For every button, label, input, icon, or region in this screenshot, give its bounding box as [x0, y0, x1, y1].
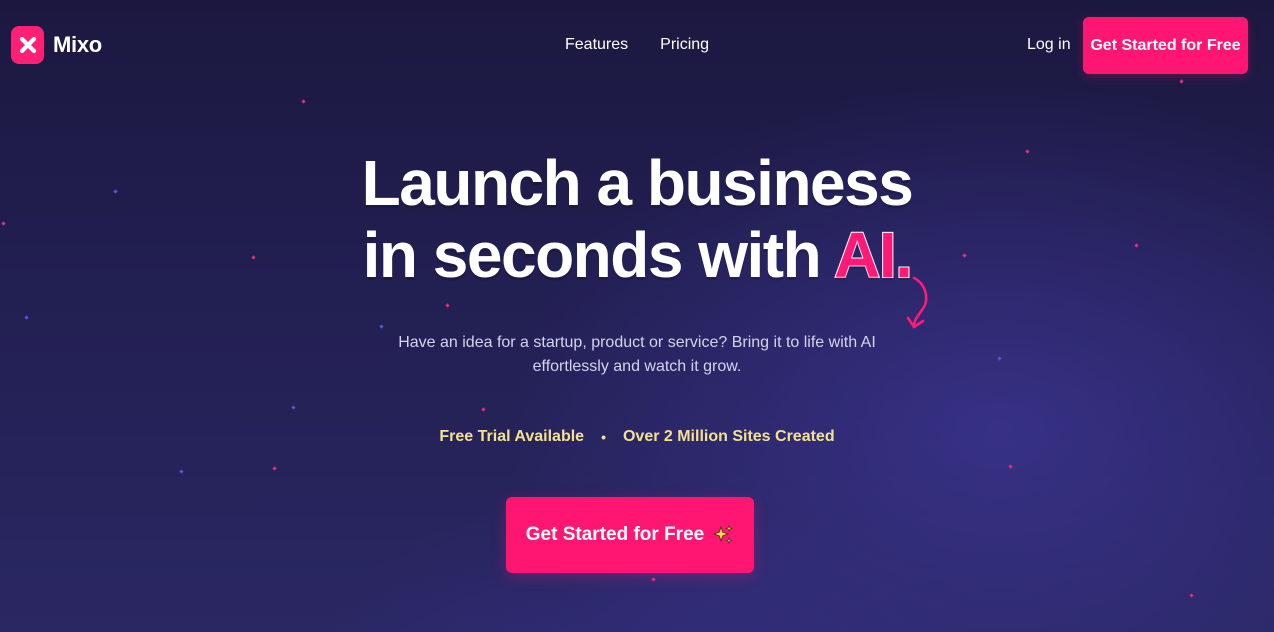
particle: [301, 99, 306, 104]
particle: [445, 303, 450, 308]
badge-free-trial: Free Trial Available: [439, 428, 585, 445]
particle: [1008, 464, 1013, 469]
particle: [379, 324, 384, 329]
particle: [997, 356, 1002, 361]
brand-name: Mixo: [53, 32, 102, 57]
particle: [179, 469, 184, 474]
hero-heading: Launch a business in seconds with AI.: [0, 147, 1274, 292]
particle: [24, 315, 29, 320]
nav-link-pricing[interactable]: Pricing: [660, 36, 709, 54]
particle: [272, 466, 277, 471]
badge-separator: •: [601, 429, 606, 445]
brand-logo[interactable]: Mixo: [11, 26, 102, 64]
curved-arrow-icon: [906, 276, 928, 329]
hero-badges: Free Trial Available • Over 2 Million Si…: [0, 428, 1274, 446]
particle: [651, 577, 656, 582]
hero-get-started-button[interactable]: Get Started for Free: [506, 497, 754, 573]
hero-heading-line-2-text: in seconds with: [362, 219, 835, 291]
badge-sites-created: Over 2 Million Sites Created: [622, 428, 835, 445]
particle: [1189, 593, 1194, 598]
login-link[interactable]: Log in: [1027, 36, 1071, 54]
nav-link-features[interactable]: Features: [565, 36, 628, 54]
hero-heading-line-2: in seconds with AI.: [0, 218, 1274, 292]
hero-subtitle: Have an idea for a startup, product or s…: [398, 334, 876, 375]
main-nav: Features Pricing: [565, 36, 709, 54]
hero-heading-accent: AI.: [833, 218, 914, 292]
particle: [291, 405, 296, 410]
hero-heading-line-1: Launch a business: [361, 147, 914, 219]
header-get-started-button[interactable]: Get Started for Free: [1083, 17, 1248, 74]
site-header: Mixo Features Pricing Log in Get Started…: [0, 0, 1274, 92]
particle: [481, 407, 486, 412]
hero-cta-label: Get Started for Free: [525, 524, 705, 545]
x-mark-icon: [11, 26, 44, 64]
sparkles-icon: [712, 524, 734, 545]
